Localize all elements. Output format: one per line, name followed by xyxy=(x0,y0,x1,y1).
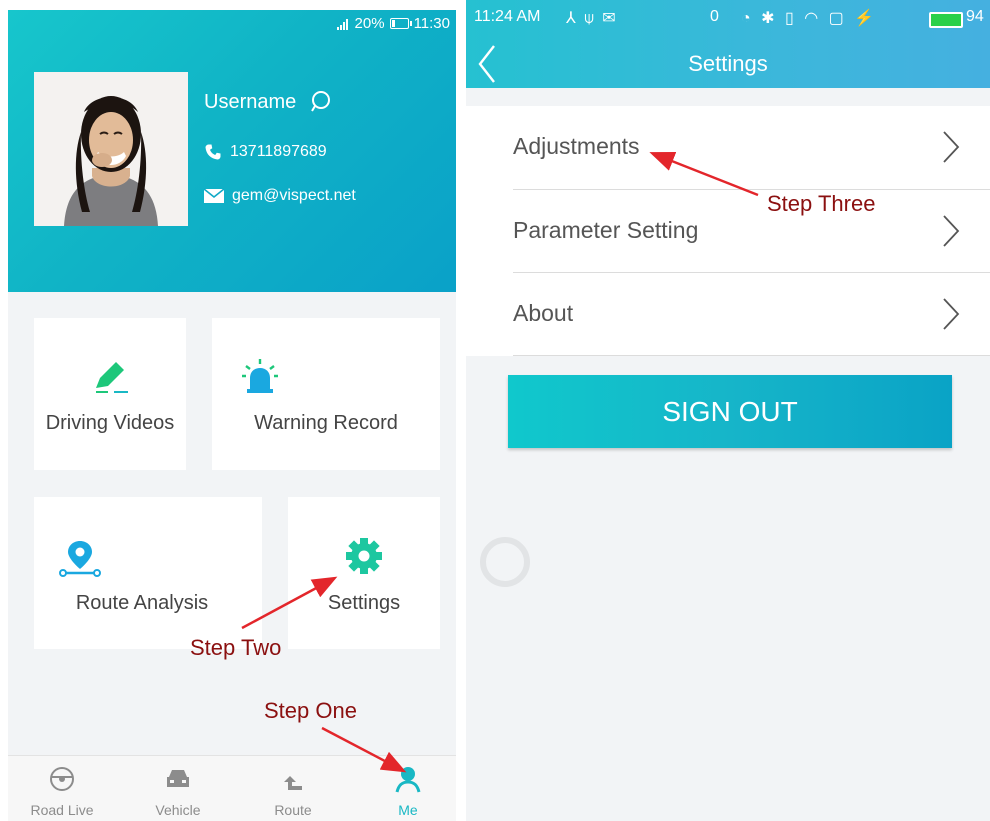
chevron-right-icon xyxy=(943,131,960,163)
steering-wheel-icon xyxy=(50,767,74,791)
card-label: Warning Record xyxy=(254,412,398,434)
tab-route[interactable]: Route xyxy=(243,756,343,821)
tab-label: Road Live xyxy=(30,802,94,818)
phone-row: 13711897689 xyxy=(204,143,327,161)
left-screen: 20% 11:30 Username 13711897689 gem@vispe… xyxy=(8,10,456,821)
siren-icon xyxy=(242,359,278,393)
user-photo xyxy=(34,72,188,226)
loading-spinner xyxy=(480,537,530,587)
status-bar-left: 20% 11:30 xyxy=(336,15,450,32)
page-title: Settings xyxy=(688,51,768,76)
settings-item-label: About xyxy=(513,300,574,326)
phone-number: 13711897689 xyxy=(230,143,327,160)
card-route-analysis[interactable]: Route Analysis xyxy=(34,497,262,649)
step-one-label: Step One xyxy=(264,698,357,723)
battery-icon xyxy=(929,12,963,28)
settings-header: 11:24 AM ⅄ ⍦ ✉ 0 ◔ ✱ ▯ ◠ ▢ ⚡ 94 Settings xyxy=(466,0,990,88)
username-label: Username xyxy=(204,90,297,113)
sign-out-button[interactable]: SIGN OUT xyxy=(508,375,952,448)
tab-me[interactable]: Me xyxy=(358,756,456,821)
status-time: 11:30 xyxy=(413,15,450,32)
card-warning-record[interactable]: Warning Record xyxy=(212,318,440,470)
step-three-label: Step Three xyxy=(767,191,876,216)
person-icon xyxy=(395,767,421,793)
tab-vehicle[interactable]: Vehicle xyxy=(128,756,228,821)
username-row: Username xyxy=(204,90,332,114)
chevron-right-icon xyxy=(943,215,960,247)
card-label: Settings xyxy=(327,592,401,614)
email-address: gem@vispect.net xyxy=(232,187,356,204)
notification-icons: ⅄ ⍦ ✉ xyxy=(566,10,618,27)
card-driving-videos[interactable]: Driving Videos xyxy=(34,318,186,470)
tab-label: Route xyxy=(274,802,312,818)
bottom-nav: Road Live Vehicle Route Me xyxy=(8,755,456,821)
system-icons: ◔ ✱ ▯ ◠ ▢ ⚡ xyxy=(741,10,878,27)
edit-chat-icon[interactable] xyxy=(308,90,332,114)
route-pin-icon xyxy=(59,541,101,577)
car-icon xyxy=(167,770,189,787)
mail-icon xyxy=(204,188,224,203)
signal-icon xyxy=(336,18,348,30)
card-label: Route Analysis xyxy=(75,592,209,614)
tab-label: Me xyxy=(398,802,418,818)
divider xyxy=(513,355,990,356)
phone-icon xyxy=(205,144,221,160)
right-screen: 11:24 AM ⅄ ⍦ ✉ 0 ◔ ✱ ▯ ◠ ▢ ⚡ 94 Settings… xyxy=(466,0,990,821)
settings-list: Adjustments Parameter Setting About xyxy=(466,106,990,356)
status-bar-right: 11:24 AM ⅄ ⍦ ✉ 0 ◔ ✱ ▯ ◠ ▢ ⚡ 94 xyxy=(466,0,990,36)
battery-percent: 20% xyxy=(354,15,385,32)
card-settings[interactable]: Settings xyxy=(288,497,440,649)
settings-item-about[interactable]: About xyxy=(513,273,990,356)
settings-item-parameter-setting[interactable]: Parameter Setting xyxy=(513,190,990,273)
profile-header: 20% 11:30 Username 13711897689 gem@vispe… xyxy=(8,10,456,292)
settings-item-adjustments[interactable]: Adjustments xyxy=(513,106,990,189)
step-two-label: Step Two xyxy=(190,635,282,660)
avatar[interactable] xyxy=(34,72,188,226)
email-row: gem@vispect.net xyxy=(204,187,356,205)
route-arrow-icon xyxy=(284,776,302,790)
network-speed: 0 xyxy=(710,8,719,25)
battery-level: 94 xyxy=(966,8,984,25)
tab-road-live[interactable]: Road Live xyxy=(12,756,112,821)
battery-icon xyxy=(389,18,412,29)
settings-item-label: Parameter Setting xyxy=(513,217,699,243)
tab-label: Vehicle xyxy=(155,802,201,818)
pencil-icon xyxy=(96,362,128,393)
status-time: 11:24 AM xyxy=(474,8,541,25)
settings-item-label: Adjustments xyxy=(513,133,640,159)
chevron-right-icon xyxy=(943,298,960,330)
card-label: Driving Videos xyxy=(45,412,175,434)
gear-icon xyxy=(346,538,382,574)
